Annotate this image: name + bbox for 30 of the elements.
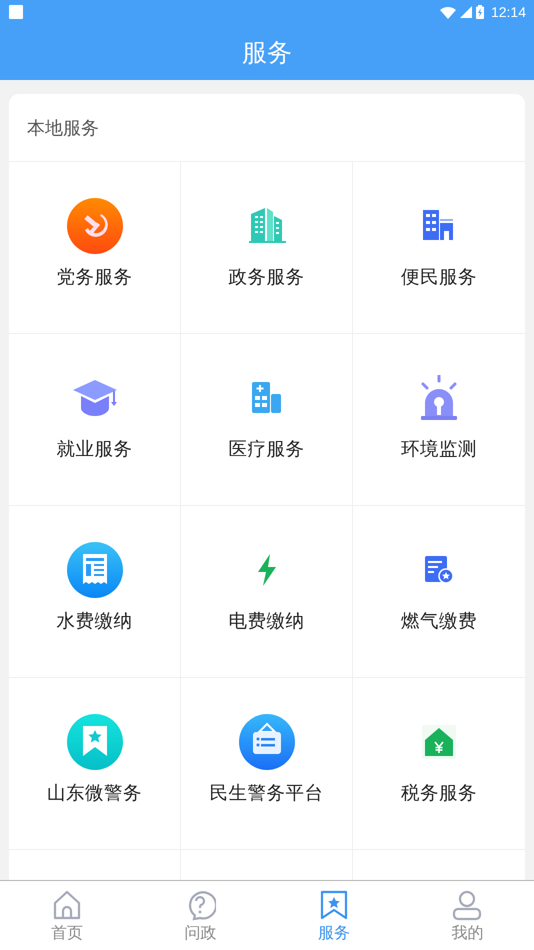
house-yen-icon: [422, 725, 456, 759]
service-item[interactable]: 水费缴纳: [9, 506, 181, 678]
page-title: 服务: [242, 36, 292, 68]
wifi-icon: [440, 6, 456, 18]
service-item[interactable]: 就业服务: [9, 334, 181, 506]
section-title: 本地服务: [9, 94, 525, 162]
battery-icon: [476, 5, 484, 19]
service-item[interactable]: 民生警务平台: [181, 678, 353, 850]
hospital-icon: [250, 381, 284, 415]
service-item[interactable]: 燃气缴费: [353, 506, 525, 678]
lightning-icon: [256, 554, 278, 586]
service-item[interactable]: 电费缴纳: [181, 506, 353, 678]
alarm-light-icon: [418, 375, 460, 421]
service-item[interactable]: 医疗服务: [181, 334, 353, 506]
graduation-cap-icon: [70, 378, 118, 418]
document-star-icon: [424, 555, 454, 585]
user-icon: [451, 889, 484, 921]
service-item[interactable]: 山东微警务: [9, 678, 181, 850]
service-item[interactable]: 党务服务: [9, 162, 181, 334]
receipt-icon: [66, 542, 122, 598]
status-time: 12:14: [490, 4, 526, 20]
service-item[interactable]: 环境监测: [353, 334, 525, 506]
buildings-icon: [246, 206, 286, 246]
service-item[interactable]: 政务服务: [181, 162, 353, 334]
office-building-icon: [422, 209, 456, 243]
notification-icon: [9, 5, 23, 19]
service-item[interactable]: 税务服务: [353, 678, 525, 850]
service-item[interactable]: 便民服务: [353, 162, 525, 334]
signal-icon: [460, 6, 472, 18]
signboard-icon: [238, 714, 294, 770]
